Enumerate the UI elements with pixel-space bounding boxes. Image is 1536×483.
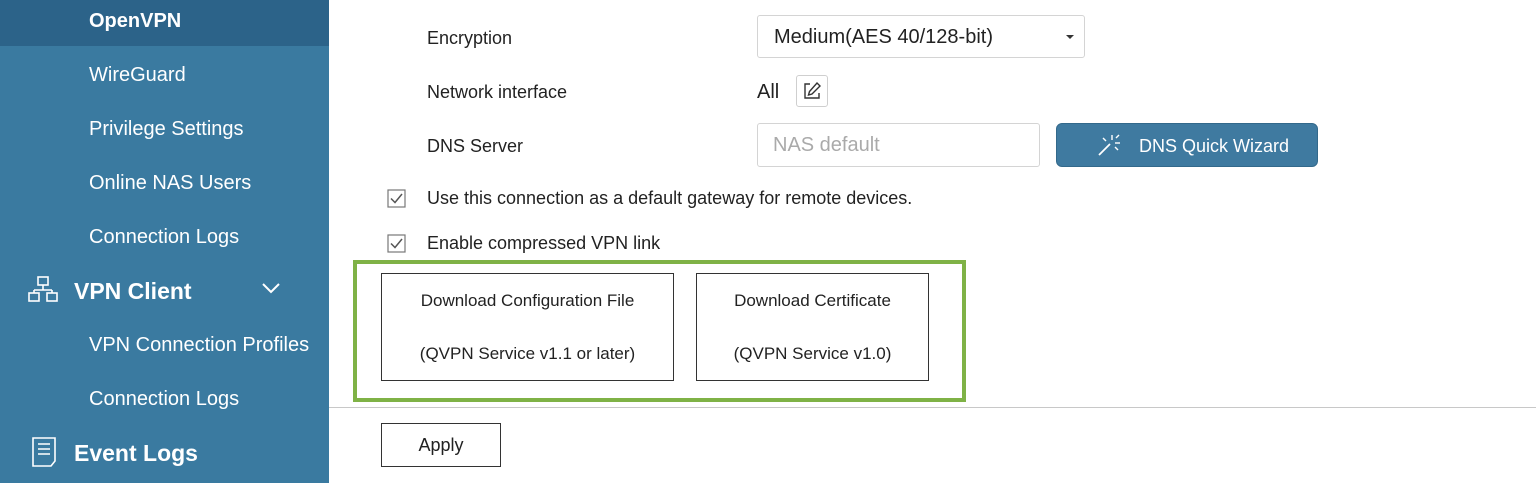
sidebar: OpenVPN WireGuard Privilege Settings Onl… (0, 0, 329, 483)
footer-divider (329, 407, 1536, 408)
dns-server-input[interactable] (757, 123, 1040, 167)
sidebar-item-online-nas-users[interactable]: Online NAS Users (89, 171, 251, 195)
sidebar-section-vpn-client[interactable]: VPN Client (74, 277, 192, 305)
download-config-line1: Download Configuration File (420, 291, 635, 310)
caret-down-icon (1066, 35, 1074, 39)
download-config-line2: (QVPN Service v1.1 or later) (419, 344, 636, 363)
apply-button[interactable]: Apply (381, 423, 501, 467)
encryption-select[interactable]: Medium(AES 40/128-bit) (757, 15, 1085, 58)
sidebar-item-vpn-connection-profiles[interactable]: VPN Connection Profiles (89, 333, 309, 357)
download-configuration-file-button[interactable]: Download Configuration File (QVPN Servic… (381, 273, 674, 381)
network-interface-value: All (757, 81, 780, 103)
encryption-label: Encryption (427, 28, 513, 48)
edit-icon (804, 81, 821, 99)
dns-quick-wizard-label: DNS Quick Wizard (1139, 136, 1290, 156)
download-certificate-button[interactable]: Download Certificate (QVPN Service v1.0) (696, 273, 929, 381)
default-gateway-checkbox[interactable] (387, 189, 406, 208)
network-interface-edit-button[interactable] (796, 75, 828, 107)
sidebar-section-event-logs[interactable]: Event Logs (74, 439, 198, 467)
sidebar-item-connection-logs[interactable]: Connection Logs (89, 225, 239, 249)
download-cert-line1: Download Certificate (734, 291, 891, 310)
chevron-down-icon[interactable] (261, 281, 281, 295)
sidebar-item-wireguard[interactable]: WireGuard (89, 63, 186, 87)
sidebar-item-privilege-settings[interactable]: Privilege Settings (89, 117, 244, 141)
network-interface-label: Network interface (427, 82, 568, 102)
magic-wand-icon (1098, 134, 1120, 156)
dns-server-label: DNS Server (427, 136, 524, 156)
sidebar-item-openvpn[interactable]: OpenVPN (89, 9, 181, 33)
network-icon (28, 276, 58, 302)
download-cert-line2: (QVPN Service v1.0) (733, 344, 892, 363)
sidebar-item-client-connection-logs[interactable]: Connection Logs (89, 387, 239, 411)
compressed-vpn-checkbox[interactable] (387, 234, 406, 253)
compressed-vpn-label: Enable compressed VPN link (427, 233, 661, 253)
default-gateway-label: Use this connection as a default gateway… (427, 188, 913, 208)
encryption-select-value: Medium(AES 40/128-bit) (774, 26, 993, 48)
document-list-icon (32, 437, 56, 467)
dns-quick-wizard-button[interactable]: DNS Quick Wizard (1056, 123, 1318, 167)
